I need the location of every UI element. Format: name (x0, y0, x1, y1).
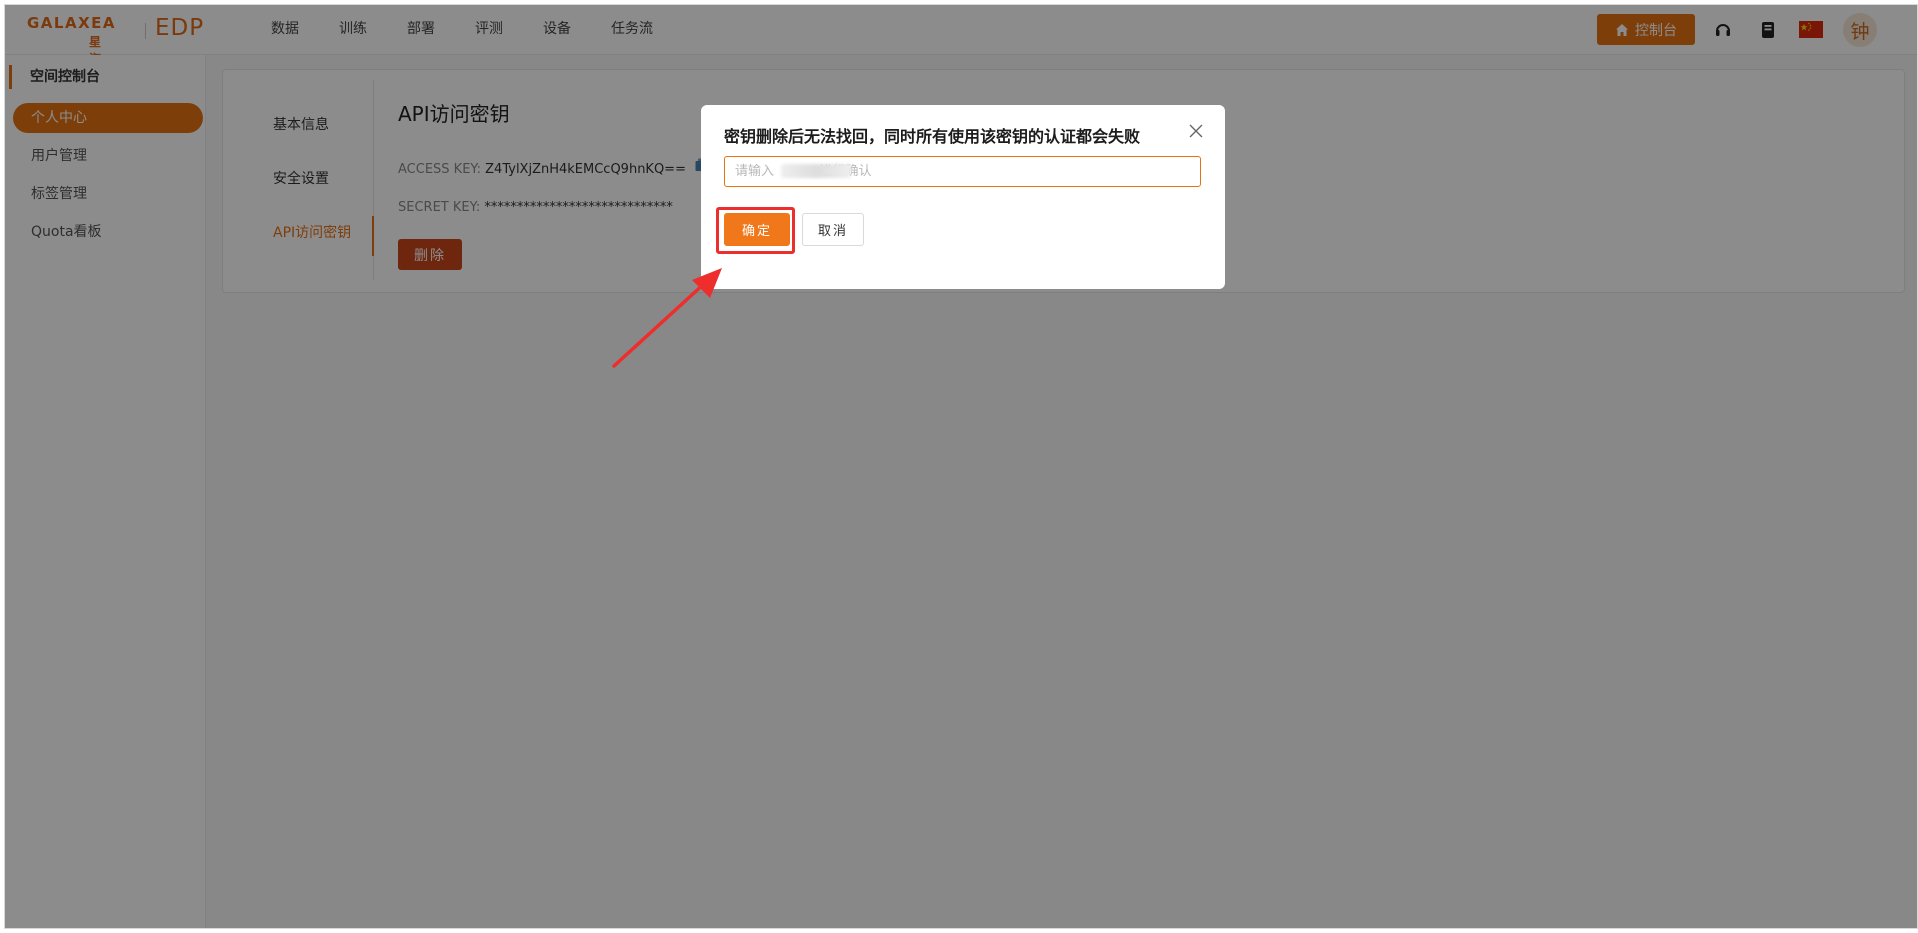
dialog-title: 密钥删除后无法找回，同时所有使用该密钥的认证都会失败 (724, 127, 1141, 146)
app-window: GALAXEA 星海图 EDP 数据 训练 部署 评测 设备 任务流 控制台 (4, 4, 1918, 929)
redacted-text-mask (781, 164, 851, 178)
confirm-button[interactable]: 确定 (724, 213, 790, 246)
delete-confirm-dialog: 密钥删除后无法找回，同时所有使用该密钥的认证都会失败 确定 取消 (701, 105, 1225, 289)
close-icon[interactable] (1188, 123, 1204, 139)
annotation-arrow-icon (612, 268, 722, 368)
cancel-button[interactable]: 取消 (802, 213, 864, 246)
